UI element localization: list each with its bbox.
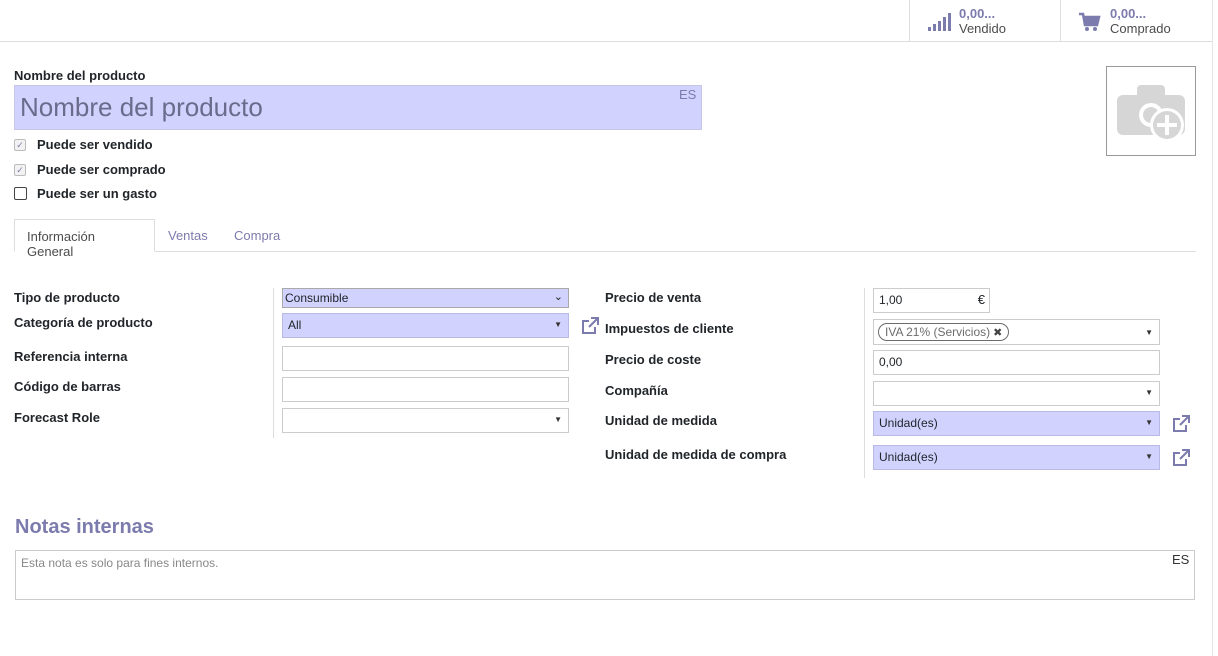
caret-down-icon: ▼	[1145, 418, 1153, 427]
can-be-purchased-checkbox[interactable]: ✓	[14, 164, 26, 176]
notes-lang-button[interactable]: ES	[1172, 552, 1189, 567]
uom-label: Unidad de medida	[605, 413, 717, 428]
customer-taxes-label: Impuestos de cliente	[605, 321, 734, 336]
can-be-expensed-label: Puede ser un gasto	[37, 186, 157, 201]
bar-chart-icon	[928, 13, 951, 31]
product-name-label: Nombre del producto	[14, 68, 146, 83]
internal-notes-title: Notas internas	[15, 516, 154, 538]
caret-down-icon: ▼	[1145, 328, 1153, 337]
sold-value: 0,00...	[959, 6, 996, 21]
sold-stat-button[interactable]: 0,00... Vendido	[909, 0, 1060, 41]
uom-select[interactable]: Unidad(es) ▼	[873, 411, 1160, 436]
tab-sales[interactable]: Ventas	[156, 219, 220, 252]
purchased-stat-button[interactable]: 0,00... Comprado	[1060, 0, 1211, 41]
caret-down-icon: ▼	[1145, 388, 1153, 397]
barcode-label: Código de barras	[14, 379, 121, 394]
caret-down-icon: ▼	[554, 415, 562, 424]
notebook-tabs: Información General Ventas Compra	[14, 219, 1196, 259]
product-category-label: Categoría de producto	[14, 315, 153, 330]
purchase-uom-value: Unidad(es)	[879, 450, 938, 464]
can-be-purchased-label: Puede ser comprado	[37, 162, 166, 177]
caret-down-icon: ▼	[1145, 452, 1153, 461]
cost-input[interactable]: 0,00	[873, 350, 1160, 375]
internal-reference-label: Referencia interna	[14, 349, 128, 364]
camera-add-icon	[1117, 85, 1185, 142]
can-be-sold-checkbox[interactable]: ✓	[14, 139, 26, 151]
purchased-value: 0,00...	[1110, 6, 1147, 21]
sale-price-label: Precio de venta	[605, 290, 702, 305]
product-type-value: Consumible	[285, 291, 349, 305]
stat-buttons-bar: 0,00... Vendido 0,00... Comprado	[0, 0, 1212, 42]
purchased-label: Comprado	[1110, 21, 1171, 36]
uom-value: Unidad(es)	[879, 416, 938, 430]
product-category-value: All	[288, 318, 302, 332]
company-select[interactable]: ▼	[873, 381, 1160, 406]
external-link-icon[interactable]	[1171, 414, 1191, 434]
group-separator-left	[273, 288, 274, 438]
can-be-expensed-checkbox[interactable]	[14, 187, 27, 200]
can-be-sold-label: Puede ser vendido	[37, 137, 153, 152]
scrollbar-track	[1212, 0, 1213, 656]
external-link-icon[interactable]	[1171, 448, 1191, 468]
tax-tag-label: IVA 21% (Servicios)	[885, 325, 991, 339]
product-category-select[interactable]: All ▼	[282, 313, 569, 338]
company-label: Compañía	[605, 383, 668, 398]
sale-price-value: 1,00	[879, 293, 903, 307]
shopping-cart-icon	[1079, 12, 1101, 31]
currency-symbol: €	[977, 292, 985, 307]
caret-down-icon: ▼	[554, 320, 562, 329]
forecast-role-label: Forecast Role	[14, 410, 100, 425]
sale-price-input[interactable]: 1,00 €	[873, 288, 990, 313]
sold-label: Vendido	[959, 21, 1006, 36]
product-name-input[interactable]: Nombre del producto	[14, 85, 702, 130]
product-type-label: Tipo de producto	[14, 290, 120, 305]
barcode-input[interactable]	[282, 377, 569, 402]
internal-reference-input[interactable]	[282, 346, 569, 371]
product-name-lang-button[interactable]: ES	[679, 87, 696, 102]
forecast-role-select[interactable]: ▼	[282, 408, 569, 433]
tab-purchase[interactable]: Compra	[222, 219, 292, 252]
product-type-select[interactable]: Consumible ⌄	[282, 288, 569, 308]
internal-notes-textarea[interactable]: Esta nota es solo para fines internos.	[15, 550, 1195, 600]
purchase-uom-select[interactable]: Unidad(es) ▼	[873, 445, 1160, 470]
remove-tag-icon[interactable]: ✖	[993, 327, 1002, 339]
cost-label: Precio de coste	[605, 352, 702, 367]
purchase-uom-label: Unidad de medida de compra	[605, 447, 787, 462]
chevron-down-icon: ⌄	[553, 291, 563, 303]
tab-general-information[interactable]: Información General	[14, 219, 155, 259]
external-link-icon[interactable]	[580, 316, 600, 336]
tax-tag: IVA 21% (Servicios) ✖	[878, 323, 1010, 341]
group-separator-right	[864, 288, 865, 478]
product-image-upload[interactable]	[1106, 66, 1196, 156]
